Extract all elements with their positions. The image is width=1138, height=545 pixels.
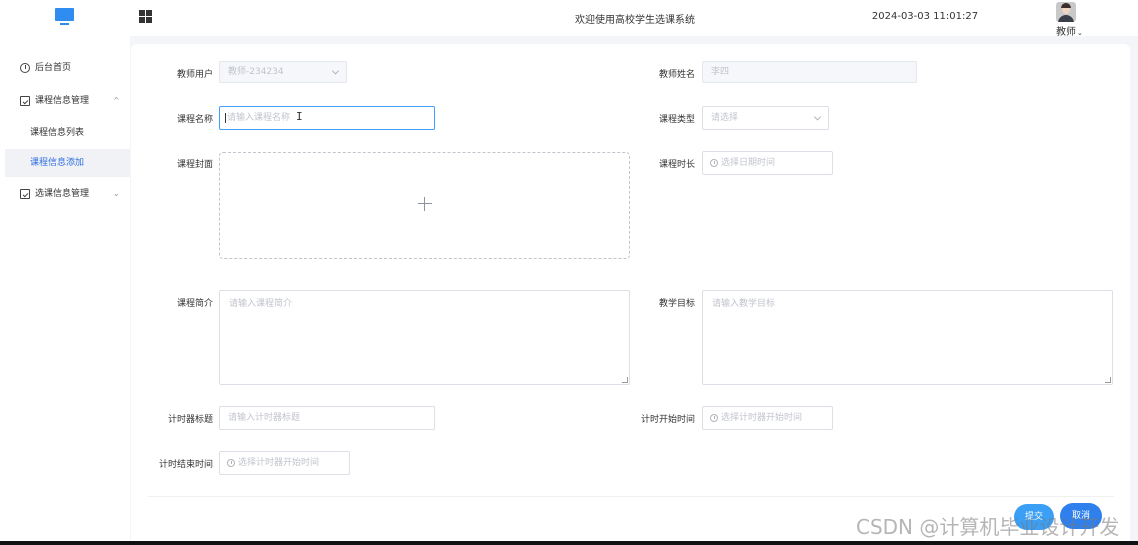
timer-title-placeholder: 请输入计时器标题 <box>228 413 301 423</box>
system-title: 欢迎使用高校学生选课系统 <box>575 15 695 26</box>
course-duration-placeholder: 选择日期时间 <box>721 158 776 168</box>
teacher-account-select: 教师-234234 <box>219 61 347 83</box>
clock-icon <box>20 63 30 73</box>
teacher-account-value: 教师-234234 <box>228 67 284 77</box>
sidebar-item-selection-management[interactable]: 选课信息管理 ⌄ <box>0 180 130 208</box>
course-type-label: 课程类型 <box>658 115 695 125</box>
box-icon <box>20 189 30 199</box>
role-dropdown[interactable]: 教师⌄ <box>1056 23 1083 38</box>
sidebar-item-label: 后台首页 <box>35 63 72 73</box>
form-divider <box>148 496 1114 497</box>
teaching-goal-label: 教学目标 <box>658 299 695 309</box>
ibeam-cursor-icon: I <box>296 110 303 123</box>
timer-end-placeholder: 选择计时器开始时间 <box>238 458 320 468</box>
text-caret <box>225 112 226 123</box>
resize-handle-icon[interactable] <box>622 377 628 383</box>
clock-icon <box>227 459 235 467</box>
course-type-placeholder: 请选择 <box>711 113 739 123</box>
watermark: CSDN @计算机毕业设计开发 <box>856 515 1120 539</box>
teacher-account-label: 教师用户 <box>176 70 213 80</box>
resize-handle-icon[interactable] <box>1105 377 1111 383</box>
course-name-placeholder: 请输入课程名称 <box>227 113 291 123</box>
course-duration-picker[interactable]: 选择日期时间 <box>702 151 833 175</box>
teacher-name-value: 李四 <box>711 67 730 77</box>
clock-icon <box>710 159 718 167</box>
course-type-select[interactable]: 请选择 <box>702 106 829 130</box>
teaching-goal-placeholder: 请输入教学目标 <box>712 299 776 309</box>
role-label: 教师 <box>1056 27 1076 38</box>
chevron-down-icon <box>813 113 822 121</box>
menu-grid-icon[interactable] <box>139 10 152 23</box>
course-duration-label: 课程时长 <box>658 160 695 170</box>
top-bar: 欢迎使用高校学生选课系统 2024-03-03 11:01:27 教师⌄ <box>0 0 1138 38</box>
box-icon <box>20 96 30 106</box>
current-datetime: 2024-03-03 11:01:27 <box>871 11 979 22</box>
timer-start-placeholder: 选择计时器开始时间 <box>721 413 803 423</box>
chevron-down-icon: ⌄ <box>1077 29 1083 37</box>
timer-start-picker[interactable]: 选择计时器开始时间 <box>702 406 833 430</box>
chevron-down-icon: ⌄ <box>113 189 120 198</box>
sidebar-item-course-list[interactable]: 课程信息列表 <box>0 119 130 147</box>
timer-title-input[interactable]: 请输入计时器标题 <box>219 406 435 430</box>
chevron-down-icon <box>331 67 340 75</box>
course-name-input[interactable]: 请输入课程名称 <box>219 106 435 130</box>
teacher-name-label: 教师姓名 <box>658 70 695 80</box>
timer-start-label: 计时开始时间 <box>640 415 695 425</box>
sidebar-item-course-management[interactable]: 课程信息管理 ^ <box>0 87 130 115</box>
avatar[interactable] <box>1056 2 1076 22</box>
timer-end-label: 计时结束时间 <box>158 460 213 470</box>
course-cover-upload[interactable] <box>219 152 630 259</box>
sidebar-item-home[interactable]: 后台首页 <box>0 54 130 82</box>
sidebar-item-course-add[interactable]: 课程信息添加 <box>5 149 130 177</box>
timer-title-label: 计时器标题 <box>167 415 213 425</box>
course-cover-label: 课程封面 <box>176 160 213 170</box>
chevron-up-icon: ^ <box>113 96 120 105</box>
sidebar-item-label: 课程信息管理 <box>35 96 90 106</box>
plus-icon <box>418 197 432 211</box>
teacher-name-field: 李四 <box>702 61 917 83</box>
sidebar-item-label: 选课信息管理 <box>35 189 90 199</box>
course-name-label: 课程名称 <box>176 115 213 125</box>
sidebar: 后台首页 课程信息管理 ^ 课程信息列表 课程信息添加 选课信息管理 ⌄ <box>0 36 130 545</box>
teaching-goal-textarea[interactable]: 请输入教学目标 <box>702 290 1113 385</box>
course-intro-label: 课程简介 <box>176 299 213 309</box>
course-intro-placeholder: 请输入课程简介 <box>229 299 293 309</box>
bottom-border <box>0 541 1138 545</box>
timer-end-picker[interactable]: 选择计时器开始时间 <box>219 451 350 475</box>
clock-icon <box>710 414 718 422</box>
course-intro-textarea[interactable]: 请输入课程简介 <box>219 290 630 385</box>
monitor-logo-icon <box>55 8 74 26</box>
